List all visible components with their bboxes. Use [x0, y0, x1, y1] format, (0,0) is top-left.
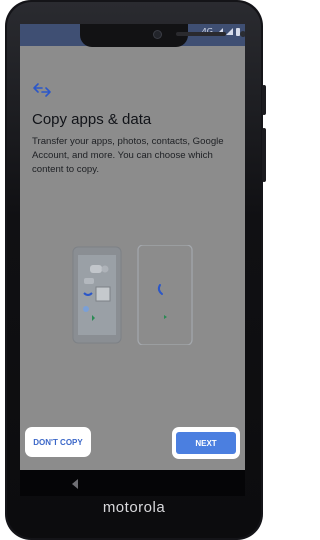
- device-brand-logo: motorola: [102, 499, 166, 516]
- wifi-icon: [226, 28, 233, 35]
- display-notch: [80, 24, 245, 47]
- volume-button: [262, 128, 266, 182]
- phone-illustration: [72, 245, 193, 345]
- navigation-bar: [20, 470, 245, 496]
- next-button-highlight: NEXT: [172, 427, 240, 459]
- swap-arrows-icon: [33, 83, 51, 97]
- next-button[interactable]: NEXT: [176, 432, 236, 454]
- proximity-sensor: [240, 31, 245, 37]
- screen: 4G Copy apps & data Transfer your apps, …: [20, 24, 245, 470]
- page-title: Copy apps & data: [32, 111, 152, 128]
- earpiece-speaker: [176, 32, 226, 36]
- dont-copy-button[interactable]: DON'T COPY: [25, 427, 91, 457]
- power-button: [262, 85, 266, 115]
- page-description: Transfer your apps, photos, contacts, Go…: [32, 136, 224, 175]
- back-icon[interactable]: [72, 479, 78, 489]
- front-camera: [154, 31, 161, 38]
